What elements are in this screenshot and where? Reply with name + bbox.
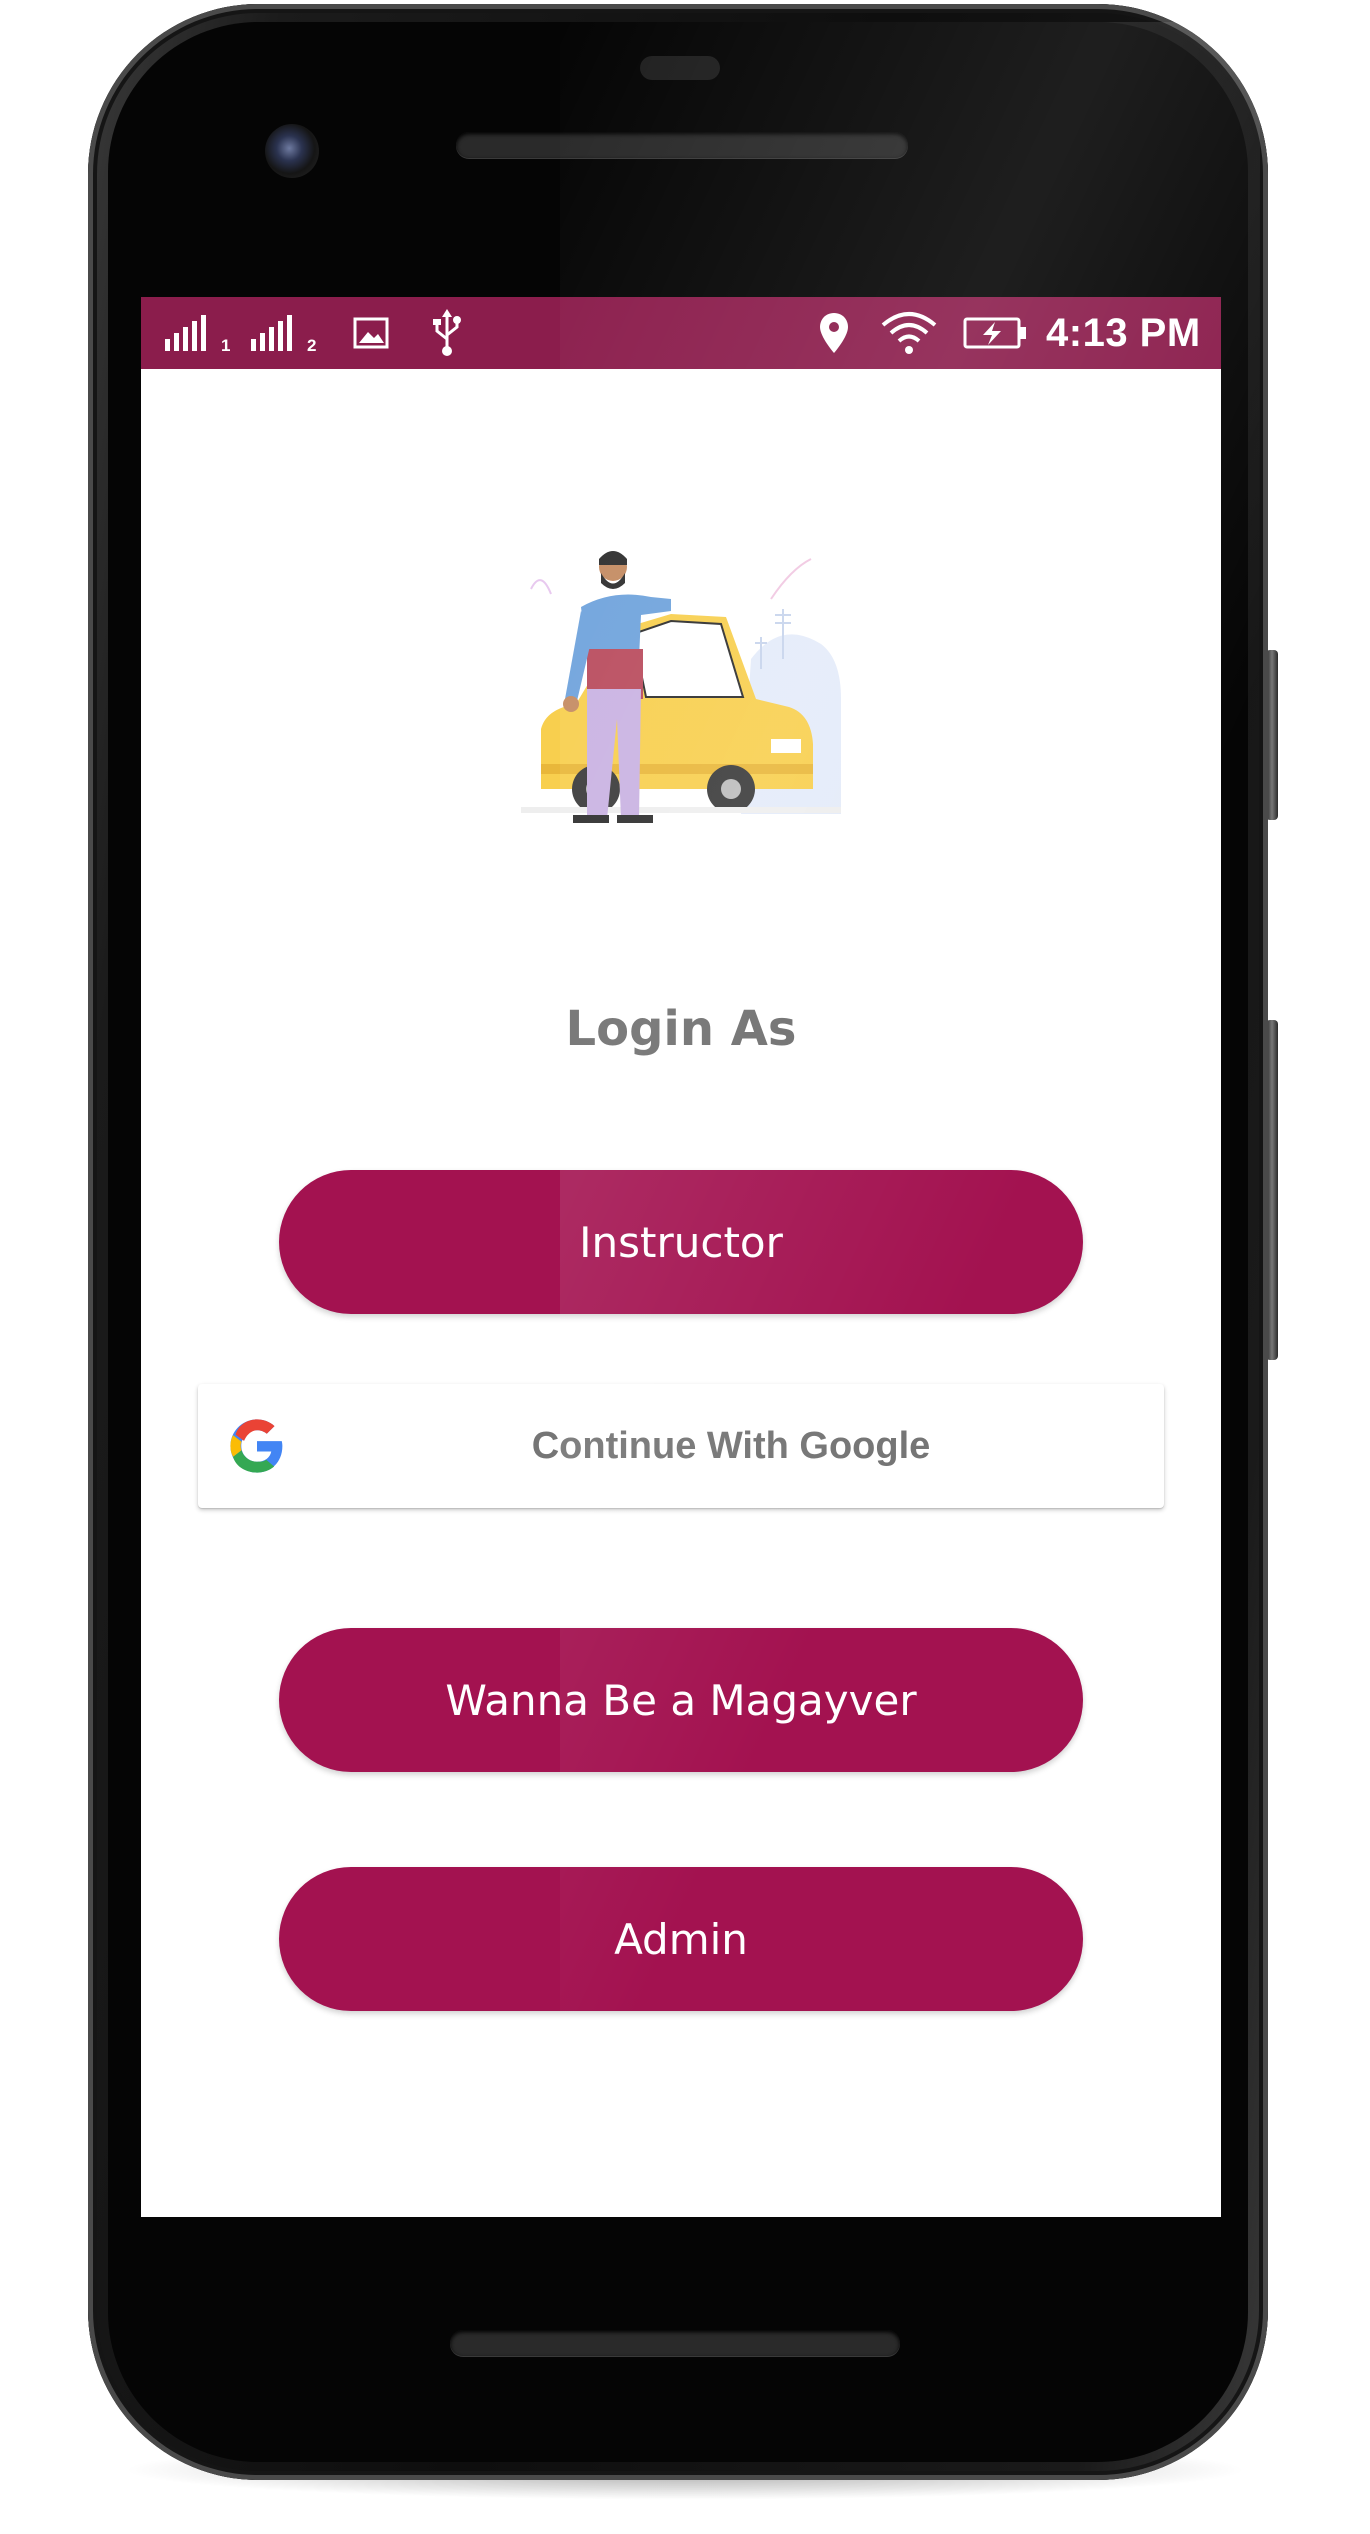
status-time: 4:13 PM <box>1046 310 1201 355</box>
usb-icon <box>429 297 465 369</box>
earpiece-speaker <box>456 132 908 158</box>
signal-icon: 2 <box>249 297 316 369</box>
app-screen: 1 2 4:13 PM Login As Instructor Continue… <box>141 297 1221 2217</box>
bottom-speaker <box>450 2330 900 2356</box>
battery-charging-icon <box>963 297 1029 369</box>
status-bar: 1 2 4:13 PM <box>141 297 1221 369</box>
front-camera-icon <box>265 124 319 178</box>
signal-icon: 1 <box>163 297 230 369</box>
driver-car-illustration <box>521 549 841 824</box>
wifi-icon <box>879 297 939 369</box>
proximity-sensor <box>640 56 720 80</box>
admin-button[interactable]: Admin <box>279 1867 1083 2011</box>
device-mockup: 1 2 4:13 PM Login As Instructor Continue… <box>0 0 1370 2534</box>
location-icon <box>817 297 851 369</box>
google-icon <box>230 1419 283 1473</box>
login-content: Login As Instructor Continue With Google… <box>141 369 1221 2217</box>
sim2-label: 2 <box>307 336 317 355</box>
google-signin-button[interactable]: Continue With Google <box>198 1384 1164 1508</box>
google-button-label: Continue With Google <box>531 1424 931 1467</box>
gallery-icon <box>353 297 391 369</box>
magayver-button[interactable]: Wanna Be a Magayver <box>279 1628 1083 1772</box>
instructor-button[interactable]: Instructor <box>279 1170 1083 1314</box>
page-title: Login As <box>565 1001 797 1057</box>
sim1-label: 1 <box>221 336 231 355</box>
